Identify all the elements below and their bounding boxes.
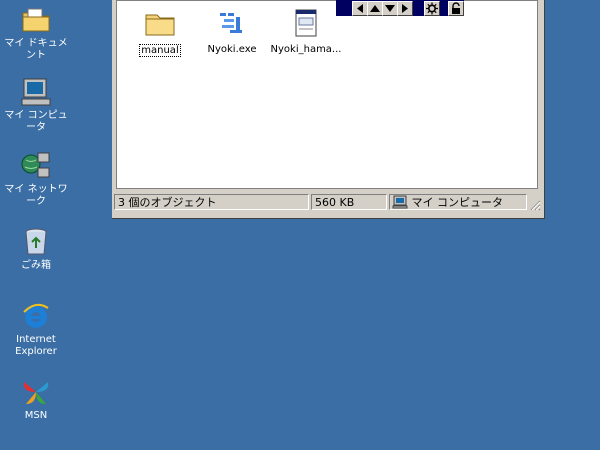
desktop-icon-label: マイ ネットワーク [4, 184, 68, 207]
desktop-icon-label: Internet Explorer [15, 334, 57, 357]
status-zone-label: マイ コンピュータ [411, 196, 504, 209]
file-list-pane[interactable]: manual Nyoki.exe Nyoki_hama... [116, 0, 538, 189]
desktop-icon-label: MSN [24, 410, 48, 421]
my-network-icon [21, 152, 50, 178]
file-item-manual[interactable]: manual [121, 7, 199, 57]
right-arrow-icon [402, 4, 408, 13]
my-computer-icon [21, 78, 51, 106]
status-size: 560 KB [311, 194, 387, 210]
status-zone: マイ コンピュータ [389, 194, 527, 210]
status-bar: 3 個のオブジェクト 560 KB マイ コンピュータ [114, 192, 542, 212]
desktop-icon-internet-explorer[interactable]: Internet Explorer [0, 300, 72, 358]
explorer-window[interactable]: manual Nyoki.exe Nyoki_hama... 3 個のオブジェク… [112, 0, 545, 219]
folder-icon [145, 14, 175, 36]
exe-icon [220, 13, 242, 33]
right-arrow-button[interactable] [397, 1, 413, 16]
desktop-icon-label: マイ ドキュメント [4, 38, 68, 61]
desktop-icon-label: ごみ箱 [21, 260, 51, 271]
settings-button[interactable] [424, 1, 440, 16]
desktop-icon-label: マイ コンピュータ [4, 110, 68, 133]
left-arrow-button[interactable] [352, 1, 368, 16]
file-item-label: Nyoki_hama... [270, 44, 342, 55]
toolbar-strip [336, 0, 464, 16]
file-item-label: Nyoki.exe [207, 44, 257, 55]
file-item-nyoki-exe[interactable]: Nyoki.exe [193, 7, 271, 55]
down-arrow-button[interactable] [382, 1, 398, 16]
msn-butterfly-icon [23, 382, 49, 404]
gear-icon [426, 2, 438, 15]
up-arrow-icon [370, 5, 380, 12]
up-arrow-button[interactable] [367, 1, 383, 16]
resize-grip-icon[interactable] [529, 199, 541, 211]
down-arrow-icon [385, 5, 395, 12]
lock-icon [452, 2, 460, 14]
desktop-icon-msn[interactable]: MSN [0, 376, 72, 422]
desktop-icon-recycle-bin[interactable]: ごみ箱 [0, 226, 72, 272]
lock-button[interactable] [448, 1, 464, 16]
internet-explorer-icon [23, 303, 49, 328]
recycle-bin-icon [25, 228, 47, 255]
file-item-label: manual [139, 44, 181, 57]
desktop-icon-my-network[interactable]: マイ ネットワーク [0, 150, 72, 208]
desktop-icon-my-documents[interactable]: マイ ドキュメント [0, 4, 72, 62]
status-object-count: 3 個のオブジェクト [114, 194, 309, 210]
my-computer-icon [392, 195, 408, 209]
my-documents-folder-icon [22, 8, 50, 32]
document-icon [295, 9, 317, 37]
desktop-icon-my-computer[interactable]: マイ コンピュータ [0, 76, 72, 134]
file-item-nyoki-hama[interactable]: Nyoki_hama... [267, 7, 345, 55]
left-arrow-icon [357, 4, 363, 13]
